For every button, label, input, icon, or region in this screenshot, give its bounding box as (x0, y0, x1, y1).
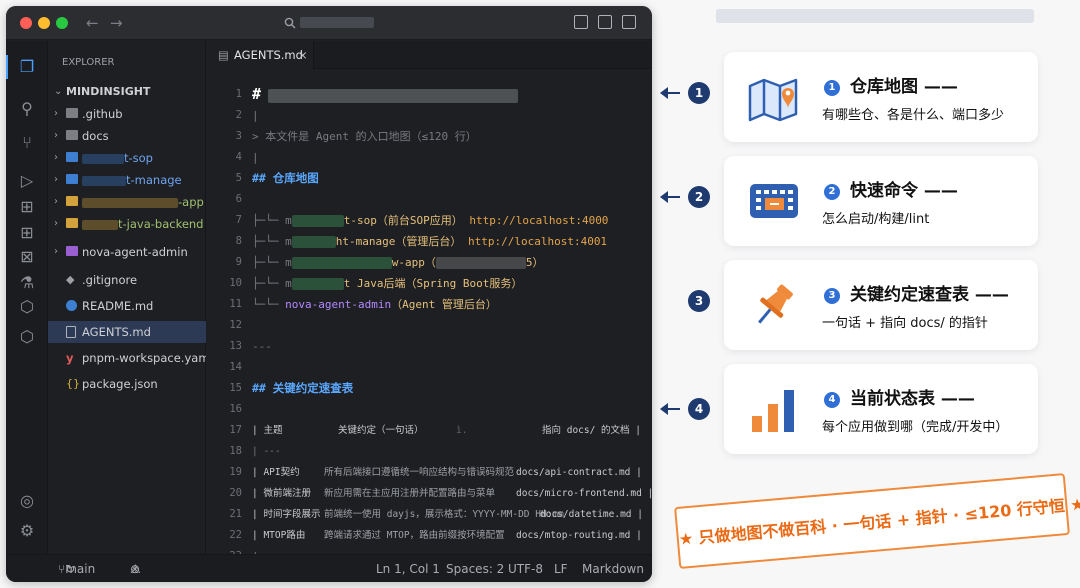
chevron-right-icon: › (54, 174, 58, 185)
branch-indicator[interactable]: ⑂ main ↻ (58, 555, 95, 582)
source-control-icon[interactable]: ⑂ (17, 133, 37, 153)
folder-icon (66, 246, 78, 256)
tree-item-pnpm-workspace[interactable]: y pnpm-workspace.yaml (48, 347, 213, 369)
info-icon (66, 300, 77, 311)
search-icon (284, 17, 296, 29)
file-icon: ▤ (218, 48, 229, 62)
chevron-right-icon: › (54, 218, 58, 229)
tree-item-github[interactable]: › .github (48, 103, 206, 125)
layout-icon[interactable] (622, 15, 636, 29)
tree-item-nova-agent-admin[interactable]: › nova-agent-admin (48, 241, 206, 263)
json-icon: {} (66, 377, 80, 390)
arrow-left-icon (660, 403, 680, 415)
chevron-right-icon: › (54, 130, 58, 141)
chevron-right-icon: › (54, 108, 58, 119)
language-mode[interactable]: Markdown (582, 555, 644, 582)
tree-item-readme[interactable]: README.md (48, 295, 206, 317)
chevron-right-icon: › (54, 152, 58, 163)
tab-bar: ▤ AGENTS.md × (206, 41, 652, 69)
card-repo-map: 1 仓库地图 —— 有哪些仓、各是什么、端口多少 (724, 52, 1038, 142)
status-bar: ⑂ main ↻ ⊗ 0 ⚠ 0 Ln 1, Col 1 Spaces: 2 U… (6, 554, 652, 582)
flask-icon[interactable]: ⚗ (17, 273, 37, 293)
tree-item-docs[interactable]: › docs (48, 125, 206, 147)
close-tab-icon[interactable]: × (298, 41, 308, 69)
folder-icon (66, 108, 78, 118)
folder-icon (66, 130, 78, 140)
summary-stamp: ★ 只做地图不做百科 · 一句话 + 指针 · ≤120 行守恒 ★ (674, 473, 1080, 569)
bar-chart-icon (752, 390, 794, 432)
code-content[interactable]: # | > 本文件是 Agent 的入口地图（≤120 行） | ## 仓库地图… (252, 84, 652, 582)
indentation[interactable]: Spaces: 2 (446, 555, 504, 582)
editor-window: ← → ❐ ⚲ ⑂ ▷ ⊞ ⊞ ⊠ ⚗ ⬡ ⬡ ◎ ⚙ EXPLORER ⌄ M… (6, 6, 652, 582)
tree-item-java-backend[interactable]: › t-java-backend (48, 213, 206, 235)
folder-icon (66, 196, 78, 206)
back-arrow-icon[interactable]: ← (86, 14, 99, 32)
cube-icon[interactable]: ⬡ (17, 297, 37, 317)
explorer-sidebar: EXPLORER ⌄ MINDINSIGHT › .github › docs › t… (48, 41, 213, 554)
yaml-icon: y (66, 351, 74, 365)
title-bar: ← → (6, 6, 652, 40)
tree-item-package-json[interactable]: {} package.json (48, 373, 206, 395)
minimize-window-button[interactable] (38, 17, 50, 29)
card-quick-commands: 2 快速命令 —— 怎么启动/构建/lint (724, 156, 1038, 246)
command-center-search[interactable] (284, 14, 382, 32)
chevron-right-icon: › (54, 246, 58, 257)
folder-icon (66, 152, 78, 162)
file-icon (66, 326, 76, 338)
line-numbers: 123456789101112131415161718192021222324 (229, 88, 242, 582)
encoding[interactable]: UTF-8 (508, 555, 543, 582)
explorer-icon[interactable]: ❐ (17, 57, 37, 77)
tab-agents-md[interactable]: ▤ AGENTS.md × (206, 41, 314, 69)
cursor-position[interactable]: Ln 1, Col 1 (376, 555, 440, 582)
activity-bar: ❐ ⚲ ⑂ ▷ ⊞ ⊞ ⊠ ⚗ ⬡ ⬡ ◎ ⚙ (6, 41, 48, 554)
remote-explorer-icon[interactable]: ⊞ (17, 223, 37, 243)
explorer-header: EXPLORER (62, 57, 115, 68)
line-ending[interactable]: LF (554, 555, 568, 582)
chevron-right-icon: › (54, 196, 58, 207)
tree-item-app[interactable]: › -app (48, 191, 206, 213)
git-icon: ◆ (66, 273, 75, 286)
cube-icon-2[interactable]: ⬡ (17, 327, 37, 347)
editor-area: ▤ AGENTS.md × 1 2 3 4 5 6 7 8 9 10 11 12 13 14 15 16 17 1… (206, 41, 652, 582)
map-pin-icon (748, 78, 798, 122)
folder-icon (66, 218, 78, 228)
extensions-icon[interactable]: ⊞ (17, 197, 37, 217)
account-icon[interactable]: ◎ (17, 491, 37, 511)
toggle-sidebar-icon[interactable] (574, 15, 588, 29)
folder-icon (66, 174, 78, 184)
toggle-panel-icon[interactable] (598, 15, 612, 29)
chevron-down-icon: ⌄ (54, 86, 63, 97)
settings-gear-icon[interactable]: ⚙ (17, 521, 37, 541)
tree-item-manage[interactable]: › t-manage (48, 169, 206, 191)
blurred-caption (716, 9, 1034, 23)
testing-icon[interactable]: ⊠ (17, 247, 37, 267)
push-pin-icon (758, 284, 793, 324)
run-debug-icon[interactable]: ▷ (17, 171, 37, 191)
arrow-left-icon (660, 191, 680, 203)
keyboard-icon (750, 184, 798, 218)
tree-item-gitignore[interactable]: ◆ .gitignore (48, 269, 206, 291)
forward-arrow-icon[interactable]: → (110, 14, 123, 32)
explorer-root[interactable]: ⌄ MINDINSIGHT (48, 81, 206, 103)
search-icon[interactable]: ⚲ (17, 99, 37, 119)
tree-item-agents-md[interactable]: AGENTS.md (48, 321, 206, 343)
card-status-table: 4 当前状态表 —— 每个应用做到哪（完成/开发中） (724, 364, 1038, 454)
tree-item-sop[interactable]: › t-sop (48, 147, 206, 169)
arrow-left-icon (660, 87, 680, 99)
card-conventions: 3 关键约定速查表 —— 一句话 + 指向 docs/ 的指针 (724, 260, 1038, 350)
close-window-button[interactable] (20, 17, 32, 29)
maximize-window-button[interactable] (56, 17, 68, 29)
